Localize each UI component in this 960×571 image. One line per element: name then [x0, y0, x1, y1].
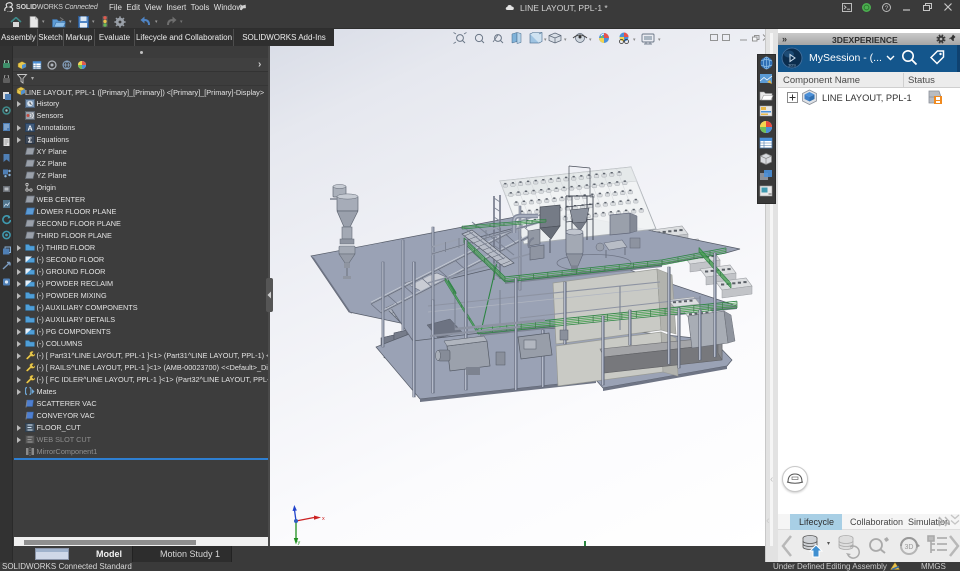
svg-text:▾: ▾ [633, 37, 636, 43]
svg-text:3D: 3D [905, 544, 914, 551]
svg-text:A: A [27, 125, 32, 132]
svg-text:▾: ▾ [564, 37, 567, 43]
svg-text:▾: ▾ [544, 37, 547, 43]
svg-text:▾: ▾ [589, 37, 592, 43]
svg-text:x: x [322, 516, 325, 522]
svg-text:Σ: Σ [28, 137, 32, 144]
svg-text:3DS: 3DS [788, 63, 796, 68]
svg-text:y: y [298, 540, 301, 546]
svg-text:▾: ▾ [658, 37, 661, 43]
svg-text:?: ? [885, 5, 889, 12]
